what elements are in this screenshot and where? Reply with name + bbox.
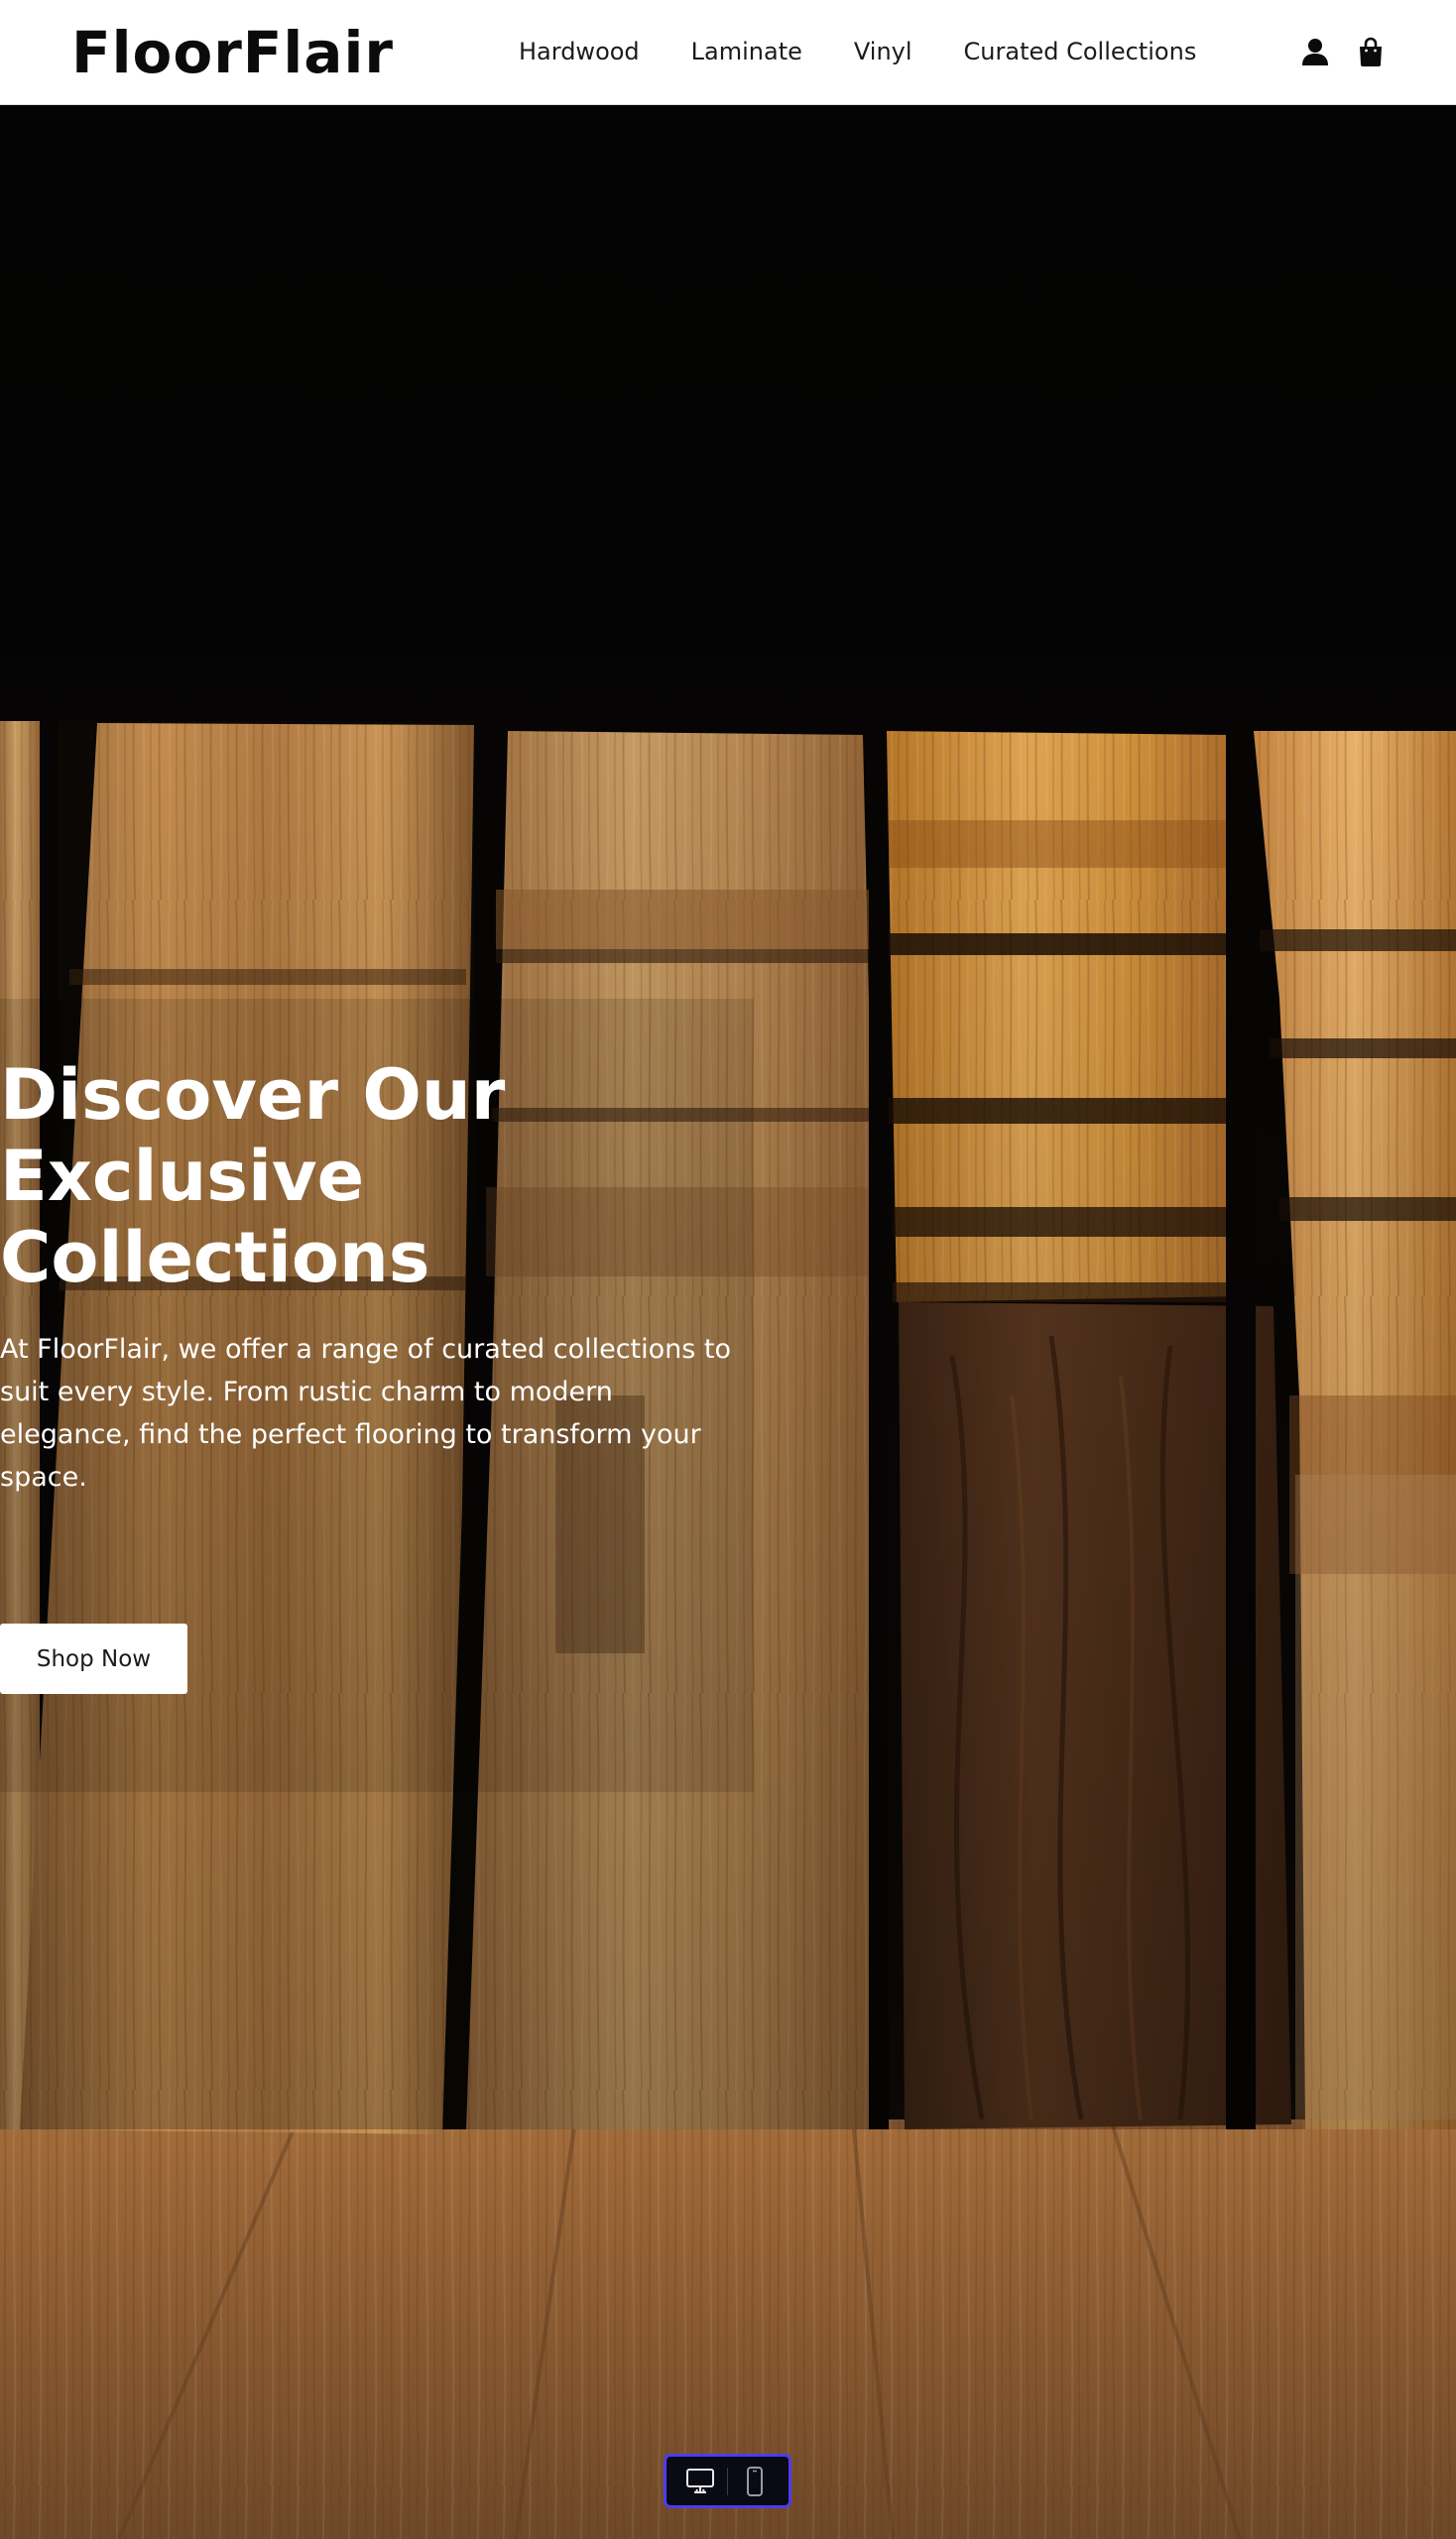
nav-item-vinyl[interactable]: Vinyl (854, 38, 912, 65)
toggle-divider (727, 2467, 728, 2495)
mobile-icon (747, 2466, 763, 2496)
nav-item-laminate[interactable]: Laminate (691, 38, 802, 65)
nav-item-hardwood[interactable]: Hardwood (519, 38, 640, 65)
header-actions (1299, 36, 1387, 67)
site-header: FloorFlair Hardwood Laminate Vinyl Curat… (0, 0, 1456, 105)
shop-now-button[interactable]: Shop Now (0, 1624, 187, 1694)
hero-description: At FloorFlair, we offer a range of curat… (0, 1334, 732, 1493)
desktop-view-button[interactable] (679, 2464, 721, 2499)
hero-title: Discover Our Exclusive Collections (0, 1054, 506, 1298)
mobile-view-button[interactable] (734, 2464, 776, 2499)
main-nav: Hardwood Laminate Vinyl Curated Collecti… (519, 34, 1196, 69)
hero-background-image (0, 106, 1456, 2539)
hero-section: Discover Our Exclusive Collections At Fl… (0, 106, 1456, 2539)
user-icon[interactable] (1299, 36, 1331, 67)
desktop-icon (686, 2468, 714, 2493)
brand-logo[interactable]: FloorFlair (71, 18, 394, 87)
nav-item-curated-collections[interactable]: Curated Collections (964, 38, 1197, 65)
shopping-bag-icon[interactable] (1355, 36, 1387, 67)
device-toggle (664, 2454, 791, 2508)
